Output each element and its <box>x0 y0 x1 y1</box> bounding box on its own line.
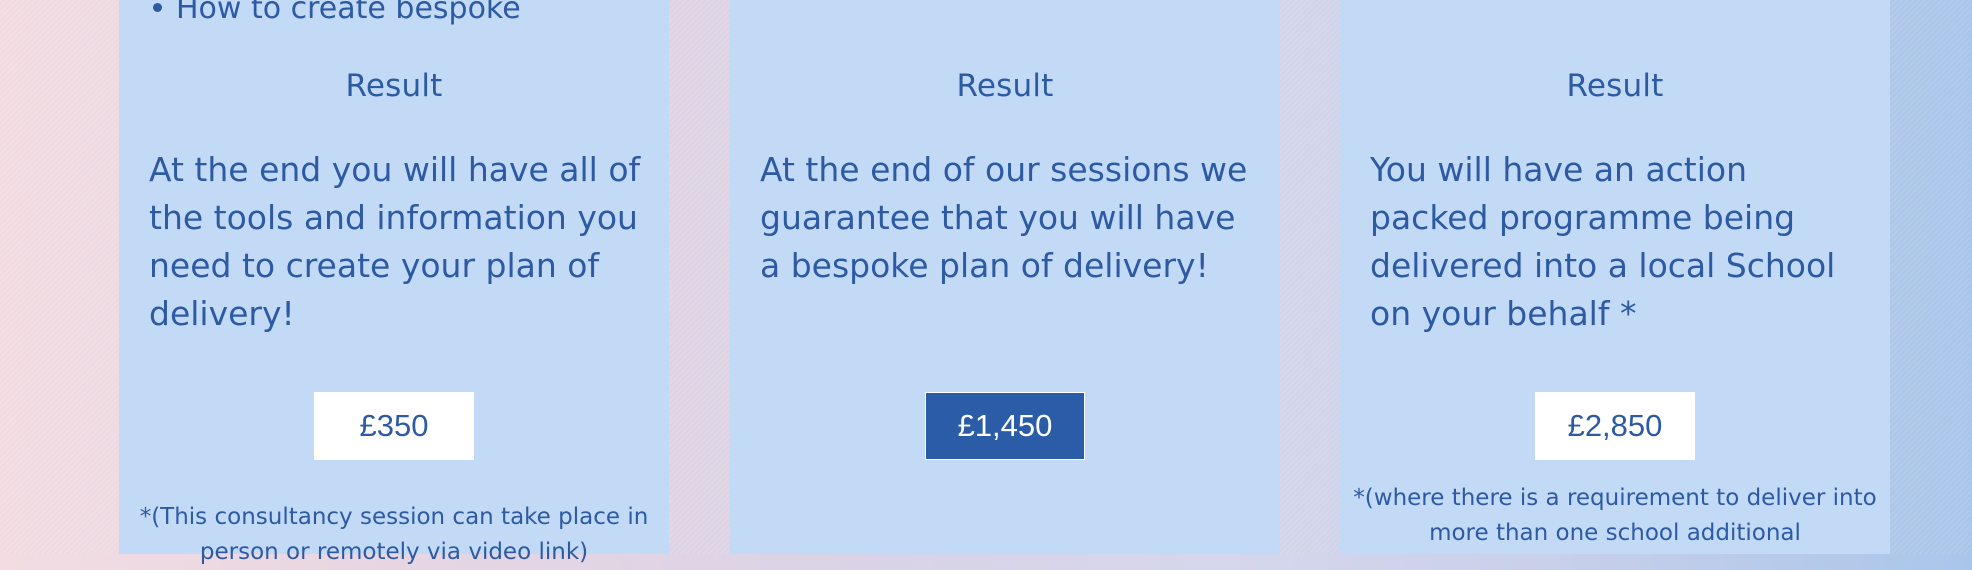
pricing-card-programme: Result You will have an action packed pr… <box>1340 0 1890 554</box>
result-heading: Result <box>1566 68 1664 104</box>
result-description: You will have an action packed programme… <box>1370 150 1836 333</box>
result-description: At the end you will have all of the tool… <box>149 150 641 333</box>
result-heading: Result <box>956 68 1054 104</box>
pricing-card-consultancy: How to create bespoke Result At the end … <box>119 0 669 565</box>
result-heading: Result <box>345 68 443 104</box>
price-button[interactable]: £2,850 <box>1535 392 1695 460</box>
price-button[interactable]: £1,450 <box>925 392 1085 460</box>
pricing-card-bespoke-plan: Result At the end of our sessions we gua… <box>730 0 1280 554</box>
price-button[interactable]: £350 <box>314 392 474 460</box>
footnote: *(where there is a requirement to delive… <box>1353 485 1877 546</box>
feature-bullet: How to create bespoke <box>153 0 521 24</box>
footnote: *(This consultancy session can take plac… <box>139 504 649 565</box>
result-description: At the end of our sessions we guarantee … <box>760 150 1248 285</box>
